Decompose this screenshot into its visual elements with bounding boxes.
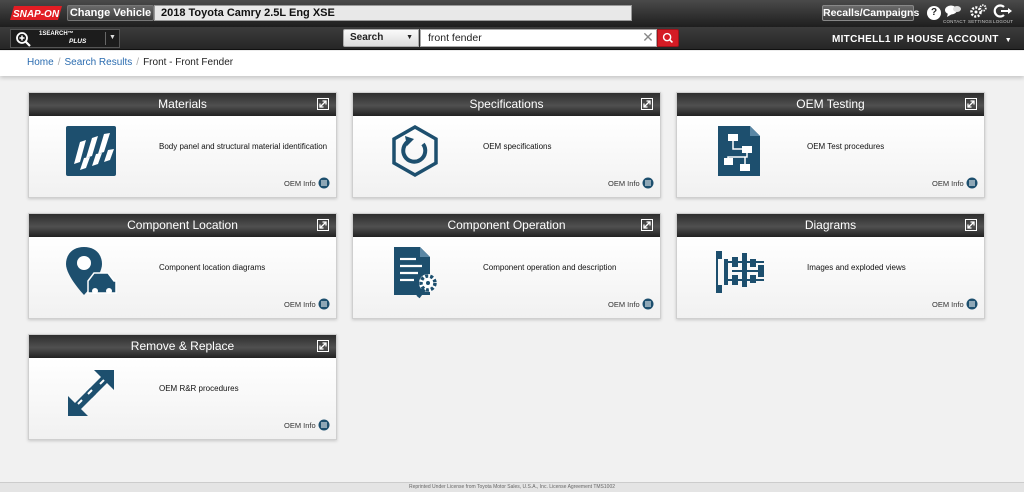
search-icon: [662, 32, 674, 44]
chevron-down-icon: ▼: [406, 34, 413, 41]
onesearch-plus-button[interactable]: 1SEARCH™ PLUS ▼: [10, 29, 120, 48]
contact-button[interactable]: CONTACT: [943, 4, 966, 24]
list-icon[interactable]: [318, 298, 330, 310]
card-title[interactable]: Component Location: [29, 214, 336, 237]
card-description: Component operation and description: [483, 263, 617, 272]
account-menu[interactable]: MITCHELL1 IP HOUSE ACCOUNT ▼: [832, 34, 1012, 45]
logout-label: LOGOUT: [993, 19, 1014, 24]
oem-info-label[interactable]: OEM Info: [608, 179, 640, 188]
card-description: OEM specifications: [483, 142, 552, 151]
logout-button[interactable]: LOGOUT: [993, 4, 1013, 24]
logout-icon: [993, 4, 1012, 18]
card-title[interactable]: Materials: [29, 93, 336, 116]
settings-icon: [970, 4, 987, 18]
contact-label: CONTACT: [943, 19, 966, 24]
oem-info-label[interactable]: OEM Info: [284, 300, 316, 309]
oem-info-label[interactable]: OEM Info: [608, 300, 640, 309]
expand-icon[interactable]: [965, 219, 977, 231]
card-component-operation[interactable]: Component Operation Component operation …: [352, 213, 661, 319]
oem-info-label[interactable]: OEM Info: [932, 179, 964, 188]
card-body[interactable]: OEM Test procedures OEM Info: [677, 116, 984, 197]
breadcrumb-current: Front - Front Fender: [143, 57, 234, 68]
card-body[interactable]: Body panel and structural material ident…: [29, 116, 336, 197]
card-title[interactable]: Specifications: [353, 93, 660, 116]
expand-icon[interactable]: [641, 219, 653, 231]
snap-on-logo[interactable]: SNAP-ON: [10, 5, 62, 21]
list-icon[interactable]: [642, 177, 654, 189]
list-icon[interactable]: [966, 298, 978, 310]
card-remove-replace[interactable]: Remove & Replace OEM R&R procedures OEM …: [28, 334, 337, 440]
settings-button[interactable]: SETTINGS: [968, 4, 993, 24]
expand-icon[interactable]: [317, 340, 329, 352]
card-title[interactable]: Component Operation: [353, 214, 660, 237]
chevron-down-icon: ▼: [1004, 37, 1012, 44]
oem-info-label[interactable]: OEM Info: [284, 179, 316, 188]
help-icon[interactable]: ?: [927, 6, 941, 20]
contact-icon: [945, 5, 961, 17]
card-body[interactable]: Images and exploded views OEM Info: [677, 237, 984, 318]
card-description: OEM R&R procedures: [159, 384, 239, 393]
chevron-down-icon[interactable]: ▼: [109, 34, 116, 41]
card-title[interactable]: Remove & Replace: [29, 335, 336, 358]
card-body[interactable]: OEM specifications OEM Info: [353, 116, 660, 197]
svg-text:SNAP-ON: SNAP-ON: [13, 9, 60, 20]
clear-search-icon[interactable]: ✕: [642, 30, 654, 46]
expand-icon[interactable]: [965, 98, 977, 110]
exploded-view-icon: [716, 251, 764, 293]
card-description: OEM Test procedures: [807, 142, 885, 151]
card-component-location[interactable]: Component Location Component location di…: [28, 213, 337, 319]
card-description: Images and exploded views: [807, 263, 906, 272]
onesearch-plus-label: PLUS: [69, 38, 87, 45]
top-bar: SNAP-ON Change Vehicle 2018 Toyota Camry…: [0, 0, 1024, 27]
flowchart-document-icon: [718, 126, 760, 176]
list-icon[interactable]: [318, 419, 330, 431]
divider: [105, 32, 106, 45]
change-vehicle-button[interactable]: Change Vehicle: [67, 5, 154, 21]
document-gear-icon: [394, 247, 437, 299]
zoom-plus-icon: [16, 32, 31, 47]
search-input[interactable]: front fender: [420, 29, 657, 47]
swap-arrows-icon: [68, 370, 114, 416]
breadcrumb: Home / Search Results / Front - Front Fender: [0, 51, 1024, 76]
card-oem-testing[interactable]: OEM Testing OEM Test procedures OEM Info: [676, 92, 985, 198]
expand-icon[interactable]: [317, 219, 329, 231]
search-type-value: Search: [350, 32, 384, 43]
card-materials[interactable]: Materials Body panel and structural mate…: [28, 92, 337, 198]
list-icon[interactable]: [966, 177, 978, 189]
card-diagrams[interactable]: Diagrams Images and exploded views OEM I…: [676, 213, 985, 319]
checkered-flag-icon: [66, 126, 116, 176]
recalls-campaigns-button[interactable]: Recalls/Campaigns: [822, 5, 919, 21]
list-icon[interactable]: [642, 298, 654, 310]
expand-icon[interactable]: [641, 98, 653, 110]
breadcrumb-separator: /: [136, 57, 140, 68]
onesearch-label: 1SEARCH™: [39, 31, 74, 37]
search-type-select[interactable]: Search ▼: [343, 29, 419, 47]
card-body[interactable]: OEM R&R procedures OEM Info: [29, 358, 336, 439]
card-description: Component location diagrams: [159, 263, 266, 272]
license-footer: Reprinted Under License from Toyota Moto…: [0, 482, 1024, 492]
card-body[interactable]: Component operation and description OEM …: [353, 237, 660, 318]
breadcrumb-search-results[interactable]: Search Results: [64, 57, 132, 68]
map-pin-car-icon: [66, 247, 117, 295]
breadcrumb-separator: /: [57, 57, 61, 68]
search-button[interactable]: [657, 29, 679, 47]
account-name: MITCHELL1 IP HOUSE ACCOUNT: [831, 34, 999, 45]
expand-icon[interactable]: [317, 98, 329, 110]
bolt-rotation-icon: [392, 124, 438, 178]
oem-info-label[interactable]: OEM Info: [284, 421, 316, 430]
breadcrumb-home[interactable]: Home: [27, 57, 54, 68]
list-icon[interactable]: [318, 177, 330, 189]
card-title[interactable]: Diagrams: [677, 214, 984, 237]
card-specifications[interactable]: Specifications OEM specifications OEM In…: [352, 92, 661, 198]
settings-label: SETTINGS: [968, 19, 993, 24]
oem-info-label[interactable]: OEM Info: [932, 300, 964, 309]
card-description: Body panel and structural material ident…: [159, 142, 328, 151]
vehicle-name-display[interactable]: 2018 Toyota Camry 2.5L Eng XSE: [154, 5, 632, 21]
card-title[interactable]: OEM Testing: [677, 93, 984, 116]
card-body[interactable]: Component location diagrams OEM Info: [29, 237, 336, 318]
